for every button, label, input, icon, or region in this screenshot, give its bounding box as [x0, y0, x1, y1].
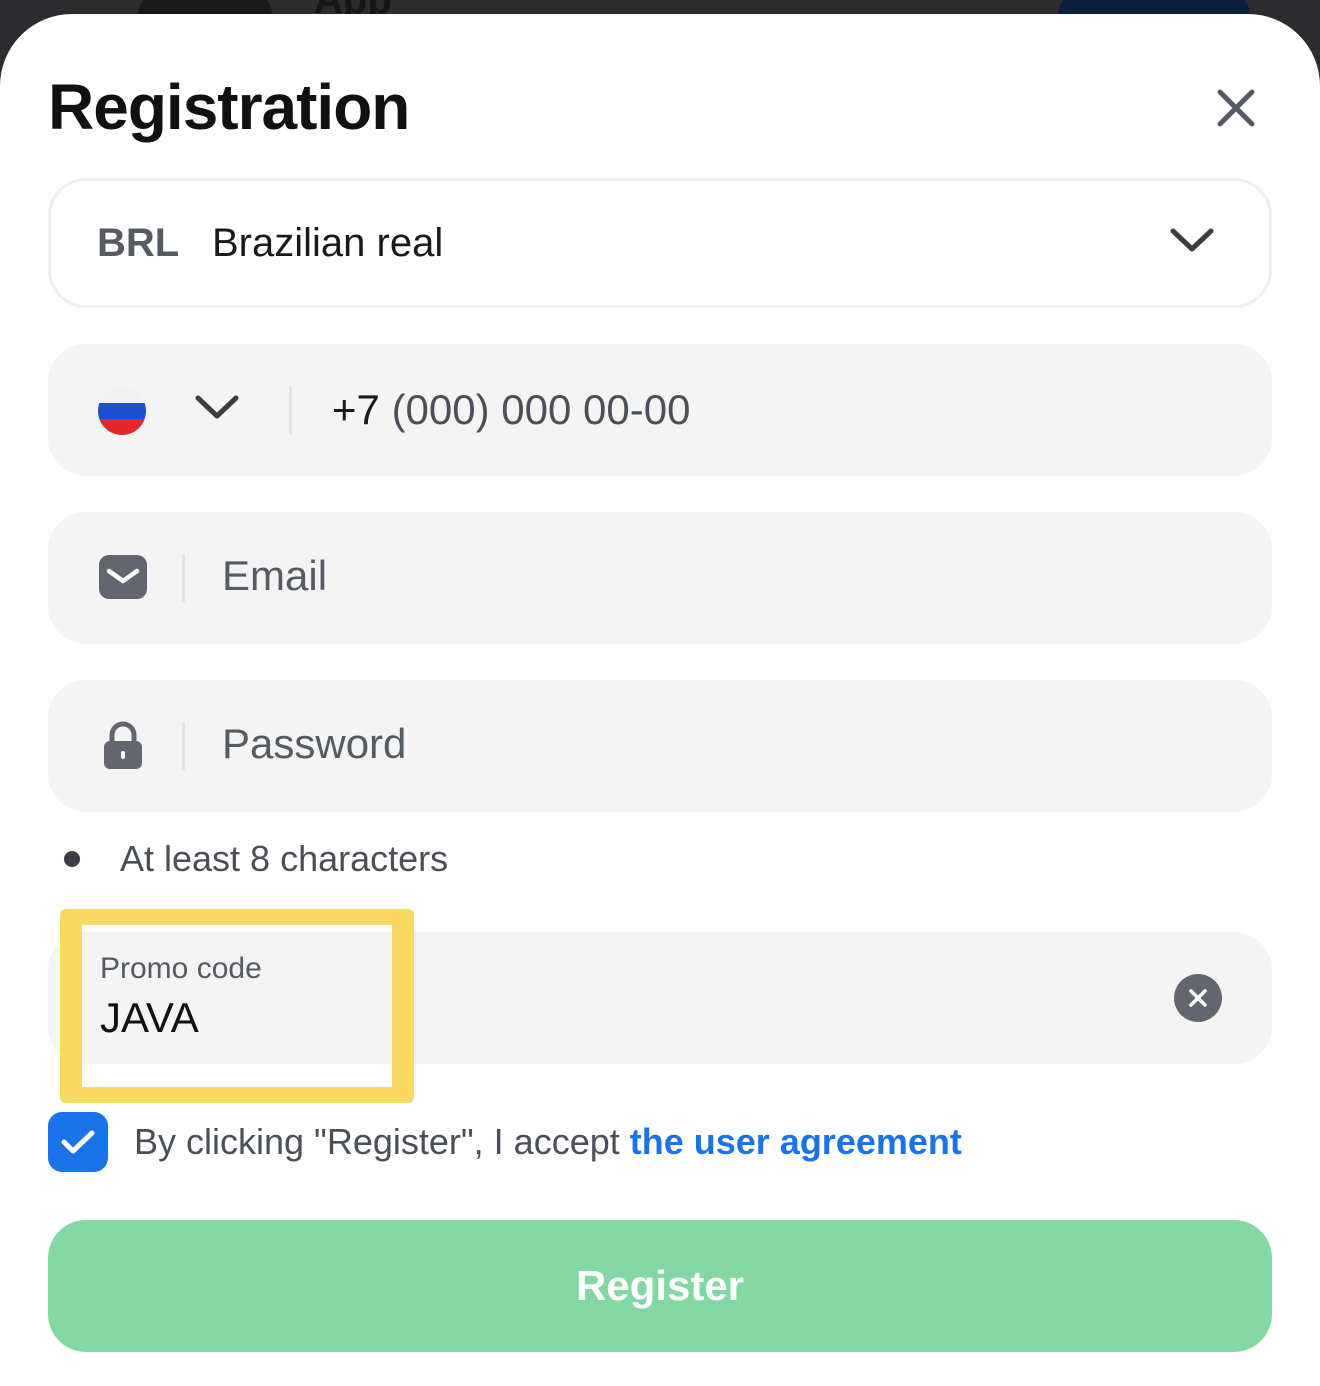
email-field[interactable]: Email — [48, 512, 1272, 644]
page-title: Registration — [48, 71, 410, 143]
email-divider — [182, 554, 185, 602]
promo-code-label: Promo code — [100, 952, 262, 985]
clear-icon — [1189, 989, 1207, 1007]
password-input[interactable]: Password — [222, 720, 406, 768]
bullet-icon — [64, 851, 80, 867]
country-chevron-down-icon[interactable] — [194, 392, 240, 422]
phone-placeholder: (000) 000 00-00 — [391, 386, 691, 433]
clear-promo-button[interactable] — [1174, 974, 1222, 1022]
promo-code-field[interactable]: Promo code JAVA — [48, 932, 1272, 1064]
checkmark-icon — [61, 1130, 95, 1154]
agreement-checkbox[interactable] — [48, 1112, 108, 1172]
agreement-row: By clicking "Register", I accept the use… — [48, 1112, 962, 1172]
lock-icon — [104, 721, 142, 769]
phone-input[interactable]: +7 (000) 000 00-00 — [332, 386, 690, 434]
mail-icon — [99, 555, 147, 599]
password-hint-text: At least 8 characters — [120, 838, 449, 879]
currency-select[interactable]: BRL Brazilian real — [48, 178, 1272, 308]
email-input[interactable]: Email — [222, 552, 327, 600]
phone-field[interactable]: +7 (000) 000 00-00 — [48, 344, 1272, 476]
close-icon — [1217, 89, 1255, 127]
register-button[interactable]: Register — [48, 1220, 1272, 1352]
user-agreement-link[interactable]: the user agreement — [630, 1121, 962, 1163]
close-button[interactable] — [1204, 76, 1268, 140]
chevron-down-icon — [1170, 228, 1214, 252]
phone-prefix: +7 — [332, 386, 380, 433]
registration-sheet: Registration BRL Brazilian real +7 (000)… — [0, 14, 1320, 1386]
password-field[interactable]: Password — [48, 680, 1272, 812]
promo-code-input[interactable]: JAVA — [100, 994, 199, 1042]
russia-flag-icon[interactable] — [98, 387, 146, 435]
currency-name: Brazilian real — [212, 221, 444, 265]
phone-divider — [289, 386, 292, 434]
agreement-text: By clicking "Register", I accept — [134, 1121, 620, 1162]
password-divider — [182, 722, 185, 770]
currency-code: BRL — [97, 221, 180, 265]
password-hint: At least 8 characters — [64, 838, 448, 880]
